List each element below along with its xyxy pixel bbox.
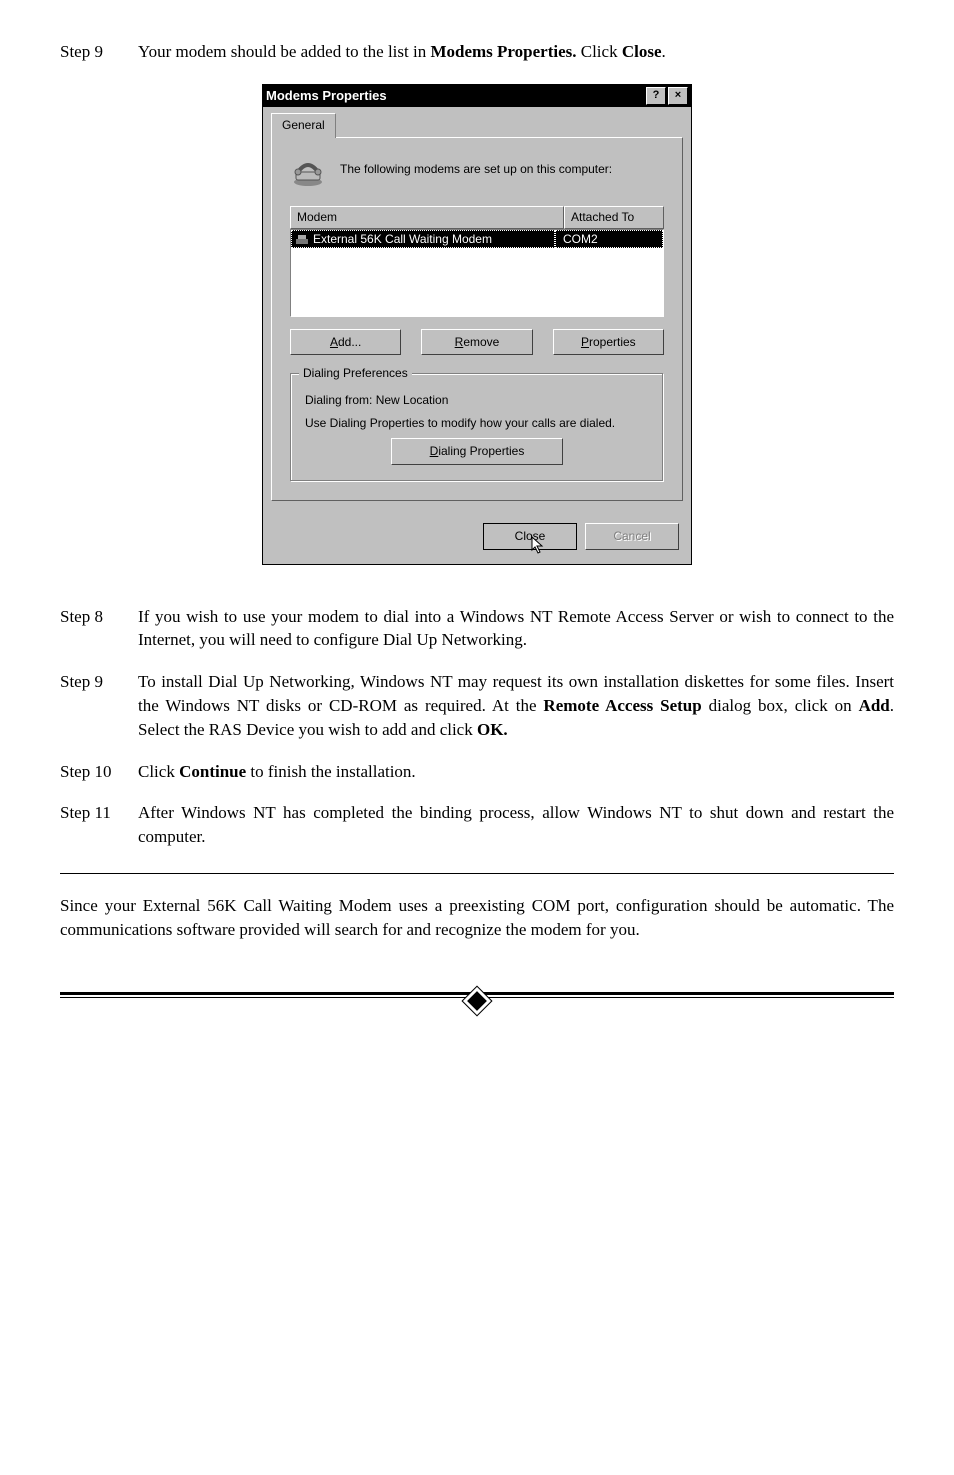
list-header: Modem Attached To — [290, 206, 664, 229]
button-row: Add... Remove Properties — [290, 329, 664, 356]
dialing-desc: Use Dialing Properties to modify how you… — [305, 415, 649, 432]
step-label: Step 11 — [60, 801, 138, 849]
text-bold: Remote Access Setup — [543, 696, 701, 715]
text: . — [662, 42, 666, 61]
dialing-preferences-group: Dialing Preferences Dialing from: New Lo… — [290, 373, 664, 481]
step-label: Step 9 — [60, 670, 138, 741]
separator-rule — [60, 873, 894, 874]
column-attached-to[interactable]: Attached To — [564, 206, 664, 229]
text: Click — [577, 42, 622, 61]
step-9-top: Step 9 Your modem should be added to the… — [60, 40, 894, 64]
step-8: Step 8 If you wish to use your modem to … — [60, 605, 894, 653]
text: Click — [138, 762, 179, 781]
remove-button[interactable]: Remove — [421, 329, 532, 356]
modem-name-cell: External 56K Call Waiting Modem — [291, 230, 555, 249]
step-label: Step 10 — [60, 760, 138, 784]
mnemonic: A — [330, 335, 338, 349]
diamond-icon — [463, 986, 491, 1014]
step-11: Step 11 After Windows NT has completed t… — [60, 801, 894, 849]
modem-icon — [290, 152, 326, 188]
step-10: Step 10 Click Continue to finish the ins… — [60, 760, 894, 784]
text-bold: Add — [859, 696, 890, 715]
text-bold: Close — [622, 42, 662, 61]
tab-general[interactable]: General — [271, 113, 336, 138]
tab-area: General The following modems are set up … — [263, 107, 691, 513]
step-body: If you wish to use your modem to dial in… — [138, 605, 894, 653]
dialog-footer: Close Cancel — [263, 513, 691, 564]
text: dialog box, click on — [702, 696, 859, 715]
close-button[interactable]: × — [668, 87, 688, 105]
mnemonic: P — [581, 335, 589, 349]
port-cell: COM2 — [555, 230, 663, 249]
titlebar: Modems Properties ? × — [263, 85, 691, 107]
help-button[interactable]: ? — [646, 87, 666, 105]
modem-list[interactable]: External 56K Call Waiting Modem COM2 — [290, 229, 664, 317]
text-bold: OK. — [477, 720, 508, 739]
text-bold: Modems Properties. — [430, 42, 576, 61]
text: Your modem should be added to the list i… — [138, 42, 430, 61]
window-title: Modems Properties — [266, 87, 644, 105]
column-modem[interactable]: Modem — [290, 206, 564, 229]
add-button[interactable]: Add... — [290, 329, 401, 356]
closing-paragraph: Since your External 56K Call Waiting Mod… — [60, 894, 894, 942]
intro-row: The following modems are set up on this … — [290, 152, 664, 188]
properties-button[interactable]: Properties — [553, 329, 664, 356]
step-label: Step 9 — [60, 40, 138, 64]
text: to finish the installation. — [246, 762, 416, 781]
step-body: To install Dial Up Networking, Windows N… — [138, 670, 894, 741]
intro-text: The following modems are set up on this … — [340, 161, 612, 178]
step-9-bottom: Step 9 To install Dial Up Networking, Wi… — [60, 670, 894, 741]
close-dialog-button[interactable]: Close — [483, 523, 577, 550]
dialing-from: Dialing from: New Location — [305, 392, 649, 409]
tab-strip: General — [271, 113, 683, 137]
button-label: Cancel — [613, 529, 650, 543]
dialog-screenshot: Modems Properties ? × General — [60, 84, 894, 565]
step-body: Click Continue to finish the installatio… — [138, 760, 894, 784]
dialing-properties-button[interactable]: Dialing Properties — [391, 438, 563, 465]
cursor-icon — [530, 535, 546, 555]
group-title: Dialing Preferences — [299, 365, 412, 382]
modem-name: External 56K Call Waiting Modem — [313, 231, 492, 248]
modems-properties-dialog: Modems Properties ? × General — [262, 84, 692, 565]
step-label: Step 8 — [60, 605, 138, 653]
text-bold: Continue — [179, 762, 246, 781]
step-body: Your modem should be added to the list i… — [138, 40, 894, 64]
cancel-button: Cancel — [585, 523, 679, 550]
list-item[interactable]: External 56K Call Waiting Modem COM2 — [291, 230, 663, 249]
mnemonic: R — [455, 335, 464, 349]
footer-rule — [60, 992, 894, 1015]
tab-panel: The following modems are set up on this … — [271, 137, 683, 501]
mnemonic: D — [430, 444, 439, 458]
modem-small-icon — [295, 233, 309, 245]
step-body: After Windows NT has completed the bindi… — [138, 801, 894, 849]
